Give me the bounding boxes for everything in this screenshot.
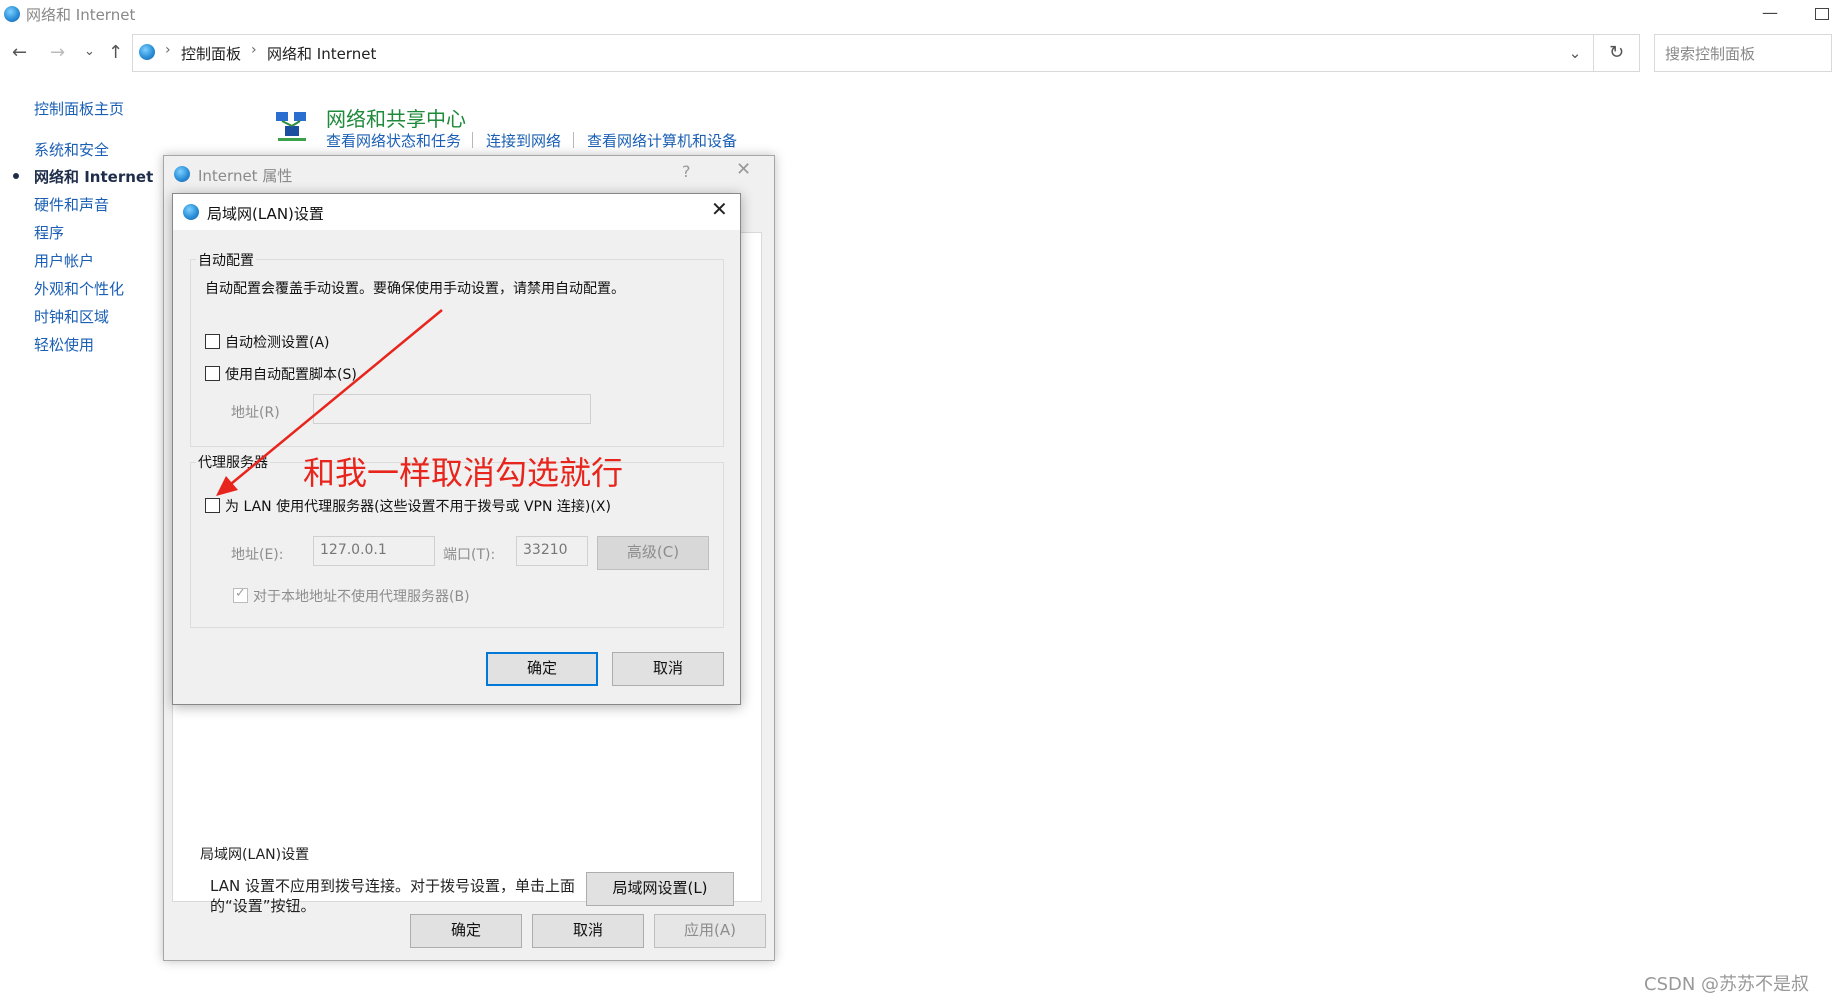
script-address-label: 地址(R)	[231, 405, 280, 421]
proxy-port-field[interactable]: 33210	[516, 536, 588, 566]
sidebar-item-hardware-sound[interactable]: 硬件和声音	[34, 194, 109, 215]
search-input[interactable]: 搜索控制面板	[1654, 34, 1832, 72]
forward-arrow-icon[interactable]: →	[50, 42, 65, 63]
address-bar[interactable]: › 控制面板 › 网络和 Internet ⌄	[132, 34, 1594, 72]
proxy-port-label: 端口(T):	[443, 547, 496, 563]
address-dropdown-icon[interactable]: ⌄	[1557, 35, 1593, 71]
proxy-group-label: 代理服务器	[196, 452, 270, 472]
advanced-button[interactable]: 高级(C)	[597, 536, 709, 570]
apply-button[interactable]: 应用(A)	[654, 914, 766, 948]
link-divider	[573, 132, 574, 148]
use-proxy-label[interactable]: 为 LAN 使用代理服务器(这些设置不用于拨号或 VPN 连接)(X)	[225, 496, 611, 516]
internet-ok-button[interactable]: 确定	[410, 914, 522, 948]
lan-cancel-button[interactable]: 取消	[612, 652, 724, 686]
use-proxy-checkbox[interactable]	[205, 498, 220, 513]
lan-note-text: LAN 设置不应用到拨号连接。对于拨号设置，单击上面的“设置”按钮。	[210, 877, 575, 915]
network-globe-icon	[4, 6, 20, 22]
lan-ok-button[interactable]: 确定	[486, 652, 598, 686]
auto-detect-label[interactable]: 自动检测设置(A)	[225, 332, 330, 352]
up-arrow-icon[interactable]: ↑	[108, 42, 123, 63]
use-script-label[interactable]: 使用自动配置脚本(S)	[225, 364, 357, 384]
proxy-address-label: 地址(E):	[231, 547, 284, 563]
sidebar-item-network-internet[interactable]: 网络和 Internet	[34, 166, 153, 187]
view-network-status-link[interactable]: 查看网络状态和任务	[326, 130, 461, 151]
network-sharing-center-icon	[276, 112, 306, 141]
active-bullet-icon	[13, 173, 19, 179]
sidebar-item-appearance[interactable]: 外观和个性化	[34, 278, 124, 299]
proxy-address-field[interactable]: 127.0.0.1	[313, 536, 435, 566]
internet-options-icon	[174, 166, 190, 182]
lan-settings-group-label: 局域网(LAN)设置	[200, 847, 310, 863]
maximize-button[interactable]	[1815, 8, 1829, 20]
internet-cancel-button[interactable]: 取消	[532, 914, 644, 948]
annotation-text: 和我一样取消勾选就行	[303, 454, 624, 492]
help-button[interactable]: ?	[682, 162, 691, 181]
sidebar-item-ease-of-access[interactable]: 轻松使用	[34, 334, 94, 355]
sidebar-item-system-security[interactable]: 系统和安全	[34, 139, 109, 160]
bypass-local-label[interactable]: 对于本地地址不使用代理服务器(B)	[253, 586, 470, 606]
sidebar-item-home[interactable]: 控制面板主页	[34, 98, 124, 119]
view-network-computers-link[interactable]: 查看网络计算机和设备	[587, 130, 737, 151]
close-icon[interactable]: ✕	[736, 159, 751, 180]
breadcrumb-separator-icon: ›	[165, 42, 171, 58]
breadcrumb-separator-icon: ›	[251, 42, 257, 58]
script-address-field[interactable]	[313, 394, 591, 424]
sidebar-item-clock-region[interactable]: 时钟和区域	[34, 306, 109, 327]
lan-dialog-title: 局域网(LAN)设置	[207, 205, 324, 223]
window-title: 网络和 Internet	[26, 6, 136, 24]
auto-detect-checkbox[interactable]	[205, 334, 220, 349]
auto-config-description: 自动配置会覆盖手动设置。要确保使用手动设置，请禁用自动配置。	[205, 281, 625, 297]
control-panel-icon	[139, 44, 155, 60]
sidebar-item-programs[interactable]: 程序	[34, 222, 64, 243]
auto-config-label: 自动配置	[196, 250, 256, 270]
link-divider	[472, 132, 473, 148]
back-arrow-icon[interactable]: ←	[12, 42, 27, 63]
use-script-checkbox[interactable]	[205, 366, 220, 381]
watermark: CSDN @苏苏不是叔	[1644, 974, 1810, 995]
lan-settings-button[interactable]: 局域网设置(L)	[586, 872, 734, 906]
breadcrumb-network-internet[interactable]: 网络和 Internet	[267, 43, 376, 64]
network-sharing-center-title[interactable]: 网络和共享中心	[326, 103, 466, 132]
connect-network-link[interactable]: 连接到网络	[486, 130, 561, 151]
sidebar-item-user-accounts[interactable]: 用户帐户	[34, 250, 94, 271]
minimize-button[interactable]: —	[1762, 3, 1778, 22]
refresh-button[interactable]: ↻	[1594, 34, 1640, 72]
breadcrumb-control-panel[interactable]: 控制面板	[181, 43, 241, 64]
close-icon[interactable]: ✕	[711, 197, 728, 221]
recent-locations-chevron-icon[interactable]: ⌄	[84, 44, 95, 59]
bypass-local-checkbox[interactable]	[233, 586, 248, 603]
title-bar: 网络和 Internet —	[0, 0, 1832, 28]
internet-properties-title: Internet 属性	[198, 167, 293, 185]
lan-dialog-icon	[183, 204, 199, 220]
